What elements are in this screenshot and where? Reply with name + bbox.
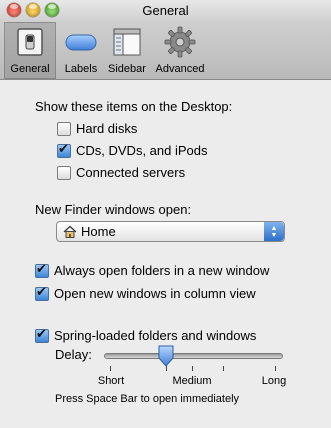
- connected-servers-option[interactable]: Connected servers: [57, 165, 185, 180]
- tab-labels[interactable]: Labels: [58, 22, 104, 79]
- title-bar[interactable]: General: [0, 0, 331, 22]
- tab-sidebar-label: Sidebar: [108, 63, 146, 75]
- tick-medium: [192, 366, 193, 371]
- connected-servers-checkbox[interactable]: [57, 165, 71, 180]
- hard-disks-label: Hard disks: [76, 121, 138, 136]
- finder-switch-icon: [17, 28, 43, 56]
- tab-advanced-label: Advanced: [155, 63, 205, 75]
- delay-label: Delay:: [55, 347, 92, 362]
- hard-disks-option[interactable]: Hard disks: [57, 121, 137, 136]
- always-new-window-checkbox[interactable]: [35, 262, 49, 278]
- tick-label-long: Long: [261, 375, 287, 387]
- gear-icon: [164, 26, 196, 58]
- tick-long: [275, 366, 276, 371]
- always-new-window-option[interactable]: Always open folders in a new window: [35, 262, 270, 278]
- cds-dvds-ipods-option[interactable]: CDs, DVDs, and iPods: [57, 142, 208, 158]
- label-pill-icon: [65, 34, 97, 51]
- desktop-heading: Show these items on the Desktop:: [35, 99, 233, 114]
- home-icon: [63, 225, 77, 238]
- tick-mark: [223, 366, 224, 371]
- spring-hint: Press Space Bar to open immediately: [55, 393, 240, 405]
- delay-slider-track[interactable]: [104, 353, 283, 359]
- cds-dvds-ipods-checkbox[interactable]: [57, 142, 71, 158]
- hard-disks-checkbox[interactable]: [57, 121, 71, 136]
- tab-general-label: General: [10, 63, 50, 75]
- preferences-toolbar: General Labels Sidebar Advanced: [0, 22, 331, 80]
- tick-label-short: Short: [97, 375, 125, 387]
- tick-label-medium: Medium: [172, 375, 212, 387]
- new-window-heading: New Finder windows open:: [35, 202, 192, 217]
- tab-sidebar[interactable]: Sidebar: [104, 22, 150, 79]
- spring-loaded-option[interactable]: Spring-loaded folders and windows: [35, 327, 257, 343]
- new-window-location-popup[interactable]: Home ▲ ▼: [56, 221, 285, 242]
- column-view-label: Open new windows in column view: [54, 286, 256, 301]
- always-new-window-label: Always open folders in a new window: [54, 263, 270, 278]
- tab-general[interactable]: General: [4, 22, 56, 79]
- cds-dvds-ipods-label: CDs, DVDs, and iPods: [76, 143, 208, 158]
- column-view-checkbox[interactable]: [35, 285, 49, 301]
- tab-labels-label: Labels: [64, 63, 98, 75]
- finder-preferences-window: General General Labels Sidebar Advanced …: [0, 0, 331, 428]
- spring-loaded-label: Spring-loaded folders and windows: [54, 328, 257, 343]
- window-title: General: [142, 3, 189, 18]
- chevron-updown-icon: ▲ ▼: [264, 222, 284, 241]
- tick-mark: [166, 366, 167, 371]
- column-view-option[interactable]: Open new windows in column view: [35, 285, 256, 301]
- tab-advanced[interactable]: Advanced: [151, 22, 209, 79]
- sidebar-icon: [113, 28, 141, 56]
- tick-short: [110, 366, 111, 371]
- spring-loaded-checkbox[interactable]: [35, 327, 49, 343]
- popup-selected-value: Home: [81, 224, 116, 239]
- delay-slider-thumb[interactable]: [157, 345, 175, 367]
- connected-servers-label: Connected servers: [76, 165, 186, 180]
